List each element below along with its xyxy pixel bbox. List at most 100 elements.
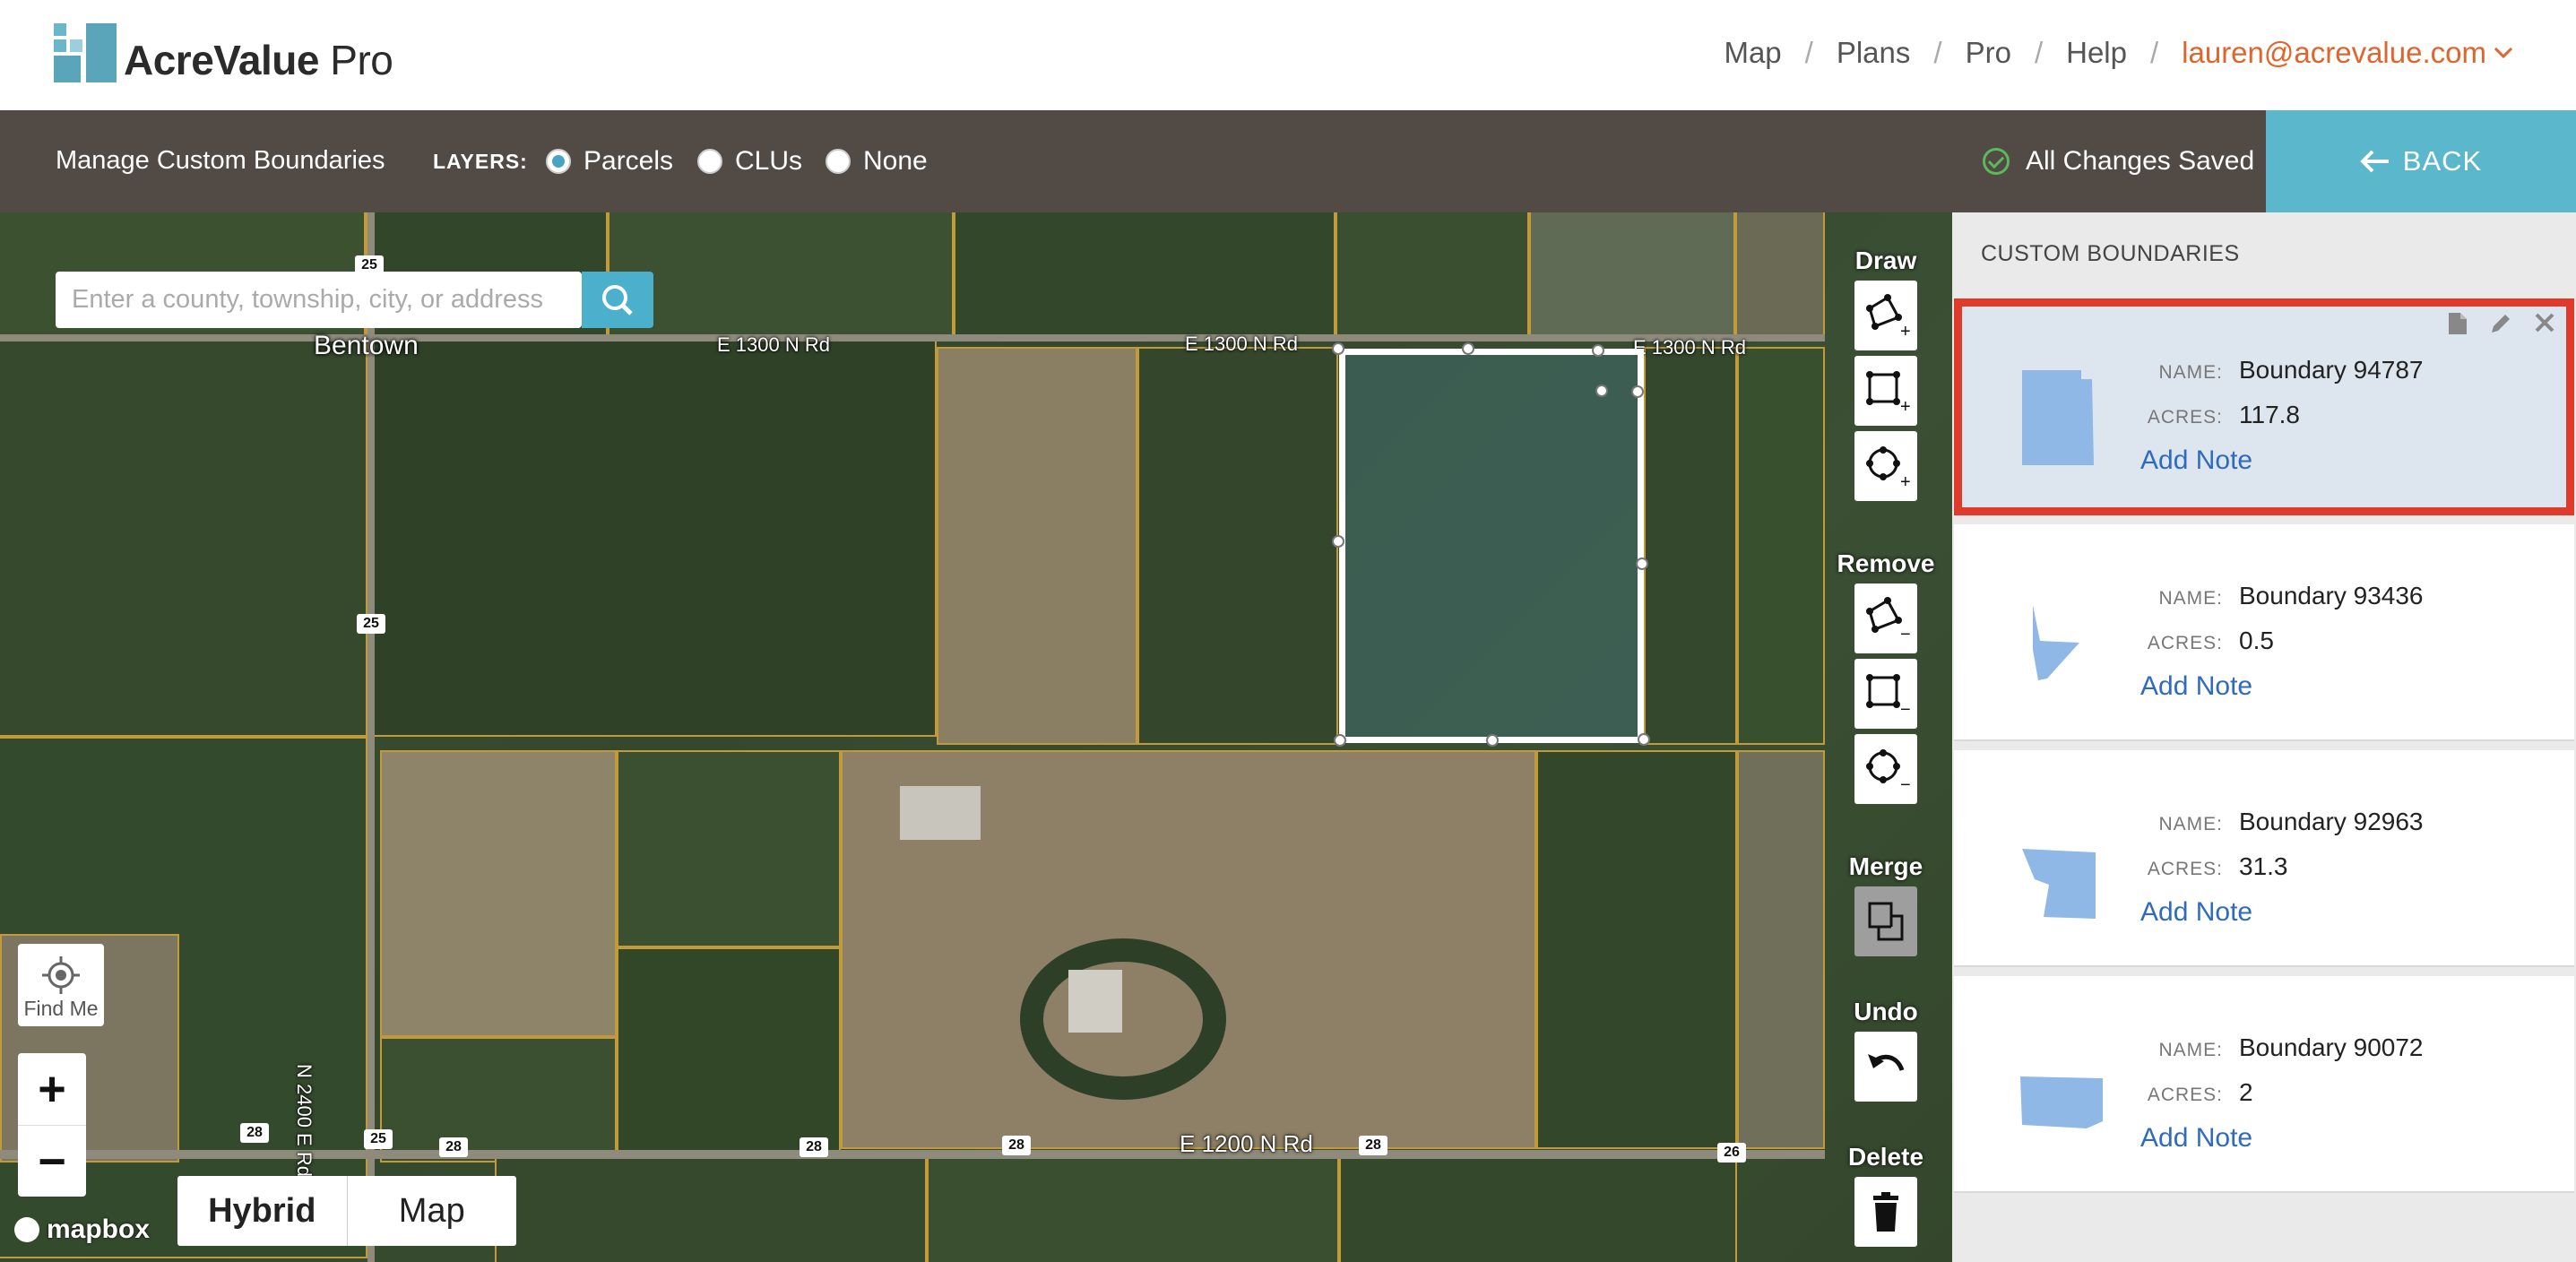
- boundary-card[interactable]: NAME: Boundary 94787 ACRES: 117.8 Add Note: [1954, 298, 2574, 515]
- nav-help[interactable]: Help: [2066, 36, 2127, 70]
- close-icon[interactable]: [2533, 311, 2556, 334]
- satellite-map[interactable]: E 1300 N Rd E 1300 N Rd E 1300 N Rd E 12…: [0, 212, 1952, 1262]
- boundary-acres: 117.8: [2239, 401, 2300, 428]
- boundary-acres: 2: [2239, 1078, 2253, 1106]
- boundary-thumbnail: [2022, 370, 2094, 465]
- radio-selected-icon[interactable]: [546, 149, 571, 174]
- merge-button[interactable]: [1854, 886, 1917, 956]
- undo-button[interactable]: [1854, 1032, 1917, 1102]
- boundary-vertex-handle[interactable]: [1332, 342, 1344, 355]
- add-note-link[interactable]: Add Note: [2140, 897, 2252, 928]
- nav-separator: /: [2149, 36, 2159, 69]
- acres-key: ACRES:: [2147, 859, 2223, 879]
- search-input[interactable]: [56, 272, 575, 328]
- farm-building: [900, 786, 981, 840]
- add-note-link[interactable]: Add Note: [2140, 671, 2252, 702]
- road: [0, 1150, 1825, 1159]
- pencil-icon[interactable]: [2488, 311, 2513, 336]
- draw-circle-button[interactable]: +: [1854, 431, 1917, 501]
- boundary-name-row: NAME: Boundary 94787: [2140, 356, 2423, 385]
- style-hybrid-button[interactable]: Hybrid: [177, 1176, 348, 1246]
- boundary-acres: 31.3: [2239, 852, 2288, 880]
- acrevalue-logo[interactable]: [54, 23, 117, 82]
- remove-polygon-icon: −: [1866, 597, 1911, 644]
- parcel: [380, 1037, 617, 1163]
- route-shield: 25: [364, 1129, 393, 1149]
- boundary-vertex-handle[interactable]: [1486, 734, 1499, 747]
- delete-button[interactable]: [1854, 1177, 1917, 1247]
- save-status-text: All Changes Saved: [2026, 146, 2255, 176]
- undo-title: Undo: [1854, 998, 1918, 1025]
- boundary-acres-row: ACRES: 2: [2140, 1078, 2253, 1107]
- boundary-thumbnail: [2020, 1076, 2103, 1128]
- name-key: NAME:: [2158, 362, 2223, 383]
- boundary-vertex-handle[interactable]: [1332, 535, 1344, 548]
- chevron-down-icon[interactable]: [2494, 47, 2513, 59]
- zoom-out-button[interactable]: −: [18, 1125, 86, 1197]
- layer-radio-parcels[interactable]: Parcels: [546, 146, 673, 177]
- layer-radio-none[interactable]: None: [826, 146, 928, 177]
- boundary-card[interactable]: NAME: Boundary 90072 ACRES: 2 Add Note: [1954, 976, 2574, 1193]
- add-note-link[interactable]: Add Note: [2140, 1123, 2252, 1154]
- remove-circle-button[interactable]: −: [1854, 734, 1917, 804]
- boundary-vertex-handle[interactable]: [1631, 385, 1644, 398]
- layer-radio-clus[interactable]: CLUs: [697, 146, 802, 177]
- remove-rectangle-button[interactable]: −: [1854, 659, 1917, 729]
- custom-boundaries-panel: CUSTOM BOUNDARIES NAME: Boundary 94787 AC…: [1952, 212, 2576, 1262]
- search-button[interactable]: [582, 272, 653, 328]
- search-icon: [602, 285, 633, 316]
- remove-title: Remove: [1837, 549, 1935, 577]
- nav-separator: /: [1804, 36, 1813, 69]
- remove-polygon-button[interactable]: −: [1854, 583, 1917, 653]
- find-me-button[interactable]: Find Me: [18, 944, 104, 1026]
- road-label: E 1200 N Rd: [1180, 1130, 1313, 1157]
- layer-label: Parcels: [583, 146, 674, 176]
- draw-polygon-button[interactable]: +: [1854, 281, 1917, 350]
- boundary-name: Boundary 93436: [2239, 582, 2424, 609]
- nav-plans[interactable]: Plans: [1837, 36, 1911, 70]
- remove-circle-icon: −: [1866, 749, 1911, 794]
- route-shield: 28: [800, 1137, 828, 1157]
- layers-label: LAYERS:: [433, 150, 528, 173]
- user-menu[interactable]: lauren@acrevalue.com: [2182, 36, 2486, 70]
- parcel: [1737, 347, 1825, 745]
- boundary-vertex-handle[interactable]: [1595, 385, 1608, 397]
- draw-title: Draw: [1854, 246, 1917, 274]
- mapbox-attribution[interactable]: mapbox: [14, 1214, 150, 1245]
- boundary-vertex-handle[interactable]: [1636, 558, 1648, 570]
- back-button[interactable]: BACK: [2266, 110, 2576, 212]
- draw-rectangle-icon: +: [1866, 371, 1911, 416]
- boundary-vertex-handle[interactable]: [1462, 342, 1474, 355]
- name-key: NAME:: [2158, 588, 2223, 609]
- route-shield: 28: [1359, 1136, 1387, 1155]
- boundary-vertex-handle[interactable]: [1592, 344, 1604, 357]
- style-map-button[interactable]: Map: [348, 1176, 517, 1246]
- zoom-in-button[interactable]: +: [18, 1053, 86, 1125]
- plus-sign: +: [1900, 472, 1911, 491]
- parcel: [1339, 1155, 1737, 1262]
- arrow-left-icon: [2359, 150, 2389, 173]
- boundary-acres-row: ACRES: 117.8: [2140, 401, 2300, 429]
- road-label: E 1300 N Rd: [1633, 336, 1746, 359]
- nav-map[interactable]: Map: [1724, 36, 1781, 70]
- boundary-name: Boundary 90072: [2239, 1033, 2424, 1061]
- add-note-link[interactable]: Add Note: [2140, 445, 2252, 476]
- boundary-vertex-handle[interactable]: [1638, 733, 1650, 746]
- logo-text: AcreValue: [124, 37, 319, 83]
- document-icon[interactable]: [2447, 311, 2468, 336]
- logo-wordmark[interactable]: AcreValue Pro: [124, 36, 393, 84]
- boundary-name-row: NAME: Boundary 90072: [2140, 1033, 2424, 1062]
- nav-separator: /: [1933, 36, 1942, 69]
- selected-boundary-polygon[interactable]: [1339, 349, 1644, 743]
- parcel: [954, 212, 1336, 339]
- draw-rectangle-button[interactable]: +: [1854, 356, 1917, 426]
- plus-sign: +: [1900, 322, 1911, 341]
- name-key: NAME:: [2158, 814, 2223, 834]
- merge-title: Merge: [1848, 852, 1923, 880]
- radio-icon[interactable]: [826, 149, 851, 174]
- boundary-card[interactable]: NAME: Boundary 92963 ACRES: 31.3 Add Note: [1954, 750, 2574, 967]
- radio-icon[interactable]: [697, 149, 722, 174]
- boundary-vertex-handle[interactable]: [1334, 734, 1346, 747]
- boundary-card[interactable]: NAME: Boundary 93436 ACRES: 0.5 Add Note: [1954, 524, 2574, 741]
- nav-pro[interactable]: Pro: [1966, 36, 2011, 70]
